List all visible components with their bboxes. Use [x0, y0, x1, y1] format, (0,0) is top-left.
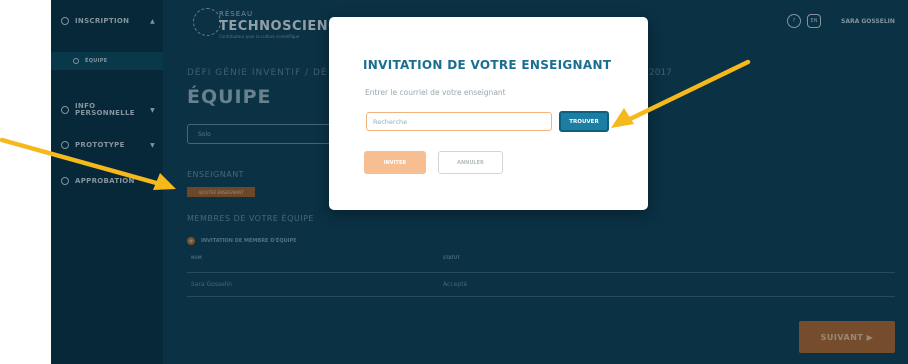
invite-button[interactable]: INVITER	[364, 151, 426, 174]
teacher-email-search-input[interactable]	[366, 112, 552, 131]
teacher-invite-modal: INVITATION DE VOTRE ENSEIGNANT Entrer le…	[329, 17, 648, 210]
modal-title: INVITATION DE VOTRE ENSEIGNANT	[363, 58, 612, 72]
cancel-button[interactable]: ANNULER	[438, 151, 503, 174]
modal-subtitle: Entrer le courriel de votre enseignant	[365, 88, 506, 97]
find-button[interactable]: TROUVER	[559, 111, 609, 132]
